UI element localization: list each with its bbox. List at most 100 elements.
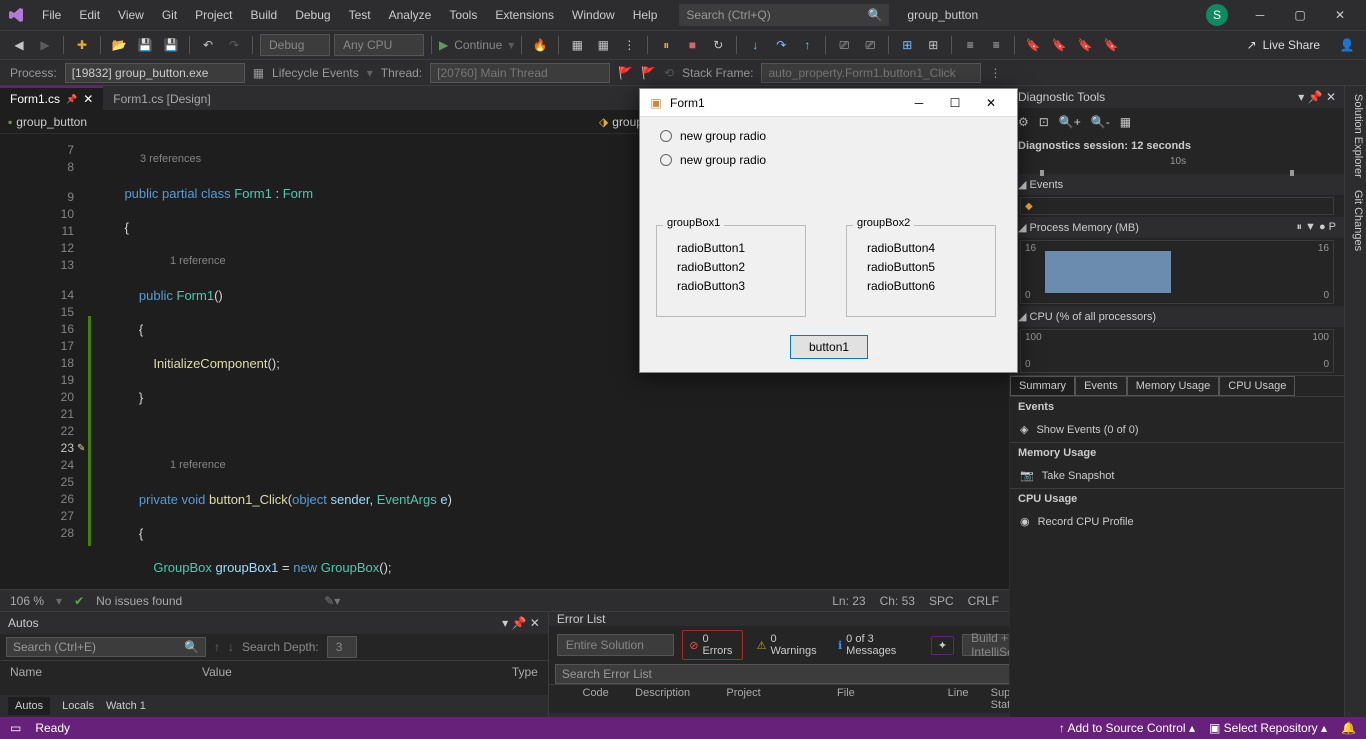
menu-test[interactable]: Test [341, 4, 379, 26]
tools-icon[interactable]: ▦ [1120, 115, 1131, 129]
intellicode-icon[interactable]: ✦ [931, 636, 954, 655]
events-section-header[interactable]: ◢ Events [1010, 174, 1344, 195]
user-avatar[interactable]: S [1206, 4, 1228, 26]
scope-combo[interactable]: Entire Solution [557, 634, 674, 656]
dots-icon[interactable]: ⋮ [618, 34, 640, 56]
close-tab-icon[interactable]: ✕ [83, 92, 93, 106]
tab-autos[interactable]: Autos [8, 697, 50, 715]
button1[interactable]: button1 [790, 335, 868, 359]
radiobutton4[interactable]: radioButton4 [859, 241, 983, 255]
take-snapshot-button[interactable]: 📷Take Snapshot [1010, 463, 1344, 488]
forward-icon[interactable]: ▶ [34, 34, 56, 56]
menu-debug[interactable]: Debug [287, 4, 338, 26]
zoom-fit-icon[interactable]: ⊡ [1039, 115, 1049, 129]
menu-extensions[interactable]: Extensions [487, 4, 562, 26]
continue-button[interactable]: ▶ Continue ▾ [439, 38, 514, 52]
record-cpu-button[interactable]: ◉Record CPU Profile [1010, 509, 1344, 534]
cpu-chart[interactable]: 100 100 0 0 [1020, 329, 1334, 373]
radiobutton2[interactable]: radioButton2 [669, 260, 793, 274]
notifications-icon[interactable]: 🔔 [1341, 721, 1356, 735]
show-events-button[interactable]: ◈Show Events (0 of 0) [1010, 417, 1344, 442]
tab-summary[interactable]: Summary [1010, 376, 1075, 396]
bookmark4-icon[interactable]: 🔖 [1100, 34, 1122, 56]
tab-cpu[interactable]: CPU Usage [1219, 376, 1295, 396]
app-maximize-button[interactable]: ☐ [937, 90, 973, 116]
step-out-icon[interactable]: ↑ [796, 34, 818, 56]
stop-icon[interactable]: ■ [681, 34, 703, 56]
maximize-button[interactable]: ▢ [1280, 1, 1320, 29]
menu-project[interactable]: Project [187, 4, 240, 26]
global-search[interactable]: Search (Ctrl+Q) 🔍 [679, 4, 889, 26]
tab-memory[interactable]: Memory Usage [1127, 376, 1220, 396]
autos-search[interactable]: Search (Ctrl+E) 🔍 [6, 637, 206, 657]
source-control-button[interactable]: ↑ Add to Source Control ▴ [1059, 721, 1195, 735]
zoom-in-icon[interactable]: 🔍+ [1059, 115, 1081, 129]
tool-icon-2[interactable]: ⎚ [859, 34, 881, 56]
toolbox-icon[interactable]: ▦ [566, 34, 588, 56]
lifecycle-icon[interactable]: ▦ [253, 66, 264, 80]
errors-filter[interactable]: ⊘0 Errors [682, 630, 742, 660]
menu-tools[interactable]: Tools [441, 4, 485, 26]
eol-indicator[interactable]: CRLF [968, 594, 999, 608]
radiobutton3[interactable]: radioButton3 [669, 279, 793, 293]
tab-form1-design[interactable]: Form1.cs [Design] [103, 88, 220, 110]
save-icon[interactable]: 💾 [134, 34, 156, 56]
app-close-button[interactable]: ✕ [973, 90, 1009, 116]
pin-icon[interactable]: 📌 [66, 94, 77, 105]
radiobutton1[interactable]: radioButton1 [669, 241, 793, 255]
undo-icon[interactable]: ↶ [197, 34, 219, 56]
no-issues-label[interactable]: No issues found [96, 594, 182, 608]
up-icon[interactable]: ↑ [214, 640, 220, 654]
minimize-button[interactable]: ─ [1240, 1, 1280, 29]
tool-icon-3[interactable]: ⊞ [896, 34, 918, 56]
warnings-filter[interactable]: ⚠0 Warnings [751, 631, 824, 659]
save-all-icon[interactable]: 💾 [160, 34, 182, 56]
lifecycle-label[interactable]: Lifecycle Events [272, 66, 359, 80]
back-icon[interactable]: ◀ [8, 34, 30, 56]
nav-project[interactable]: ▪ group_button [8, 115, 87, 129]
menu-file[interactable]: File [34, 4, 69, 26]
stackframe-combo[interactable]: auto_property.Form1.button1_Click [761, 63, 981, 83]
menu-analyze[interactable]: Analyze [381, 4, 440, 26]
config-combo[interactable]: Debug [260, 34, 330, 56]
cpu-section-header[interactable]: ◢ CPU (% of all processors) [1010, 306, 1344, 327]
tool-icon-4[interactable]: ⊞ [922, 34, 944, 56]
errorlist-search[interactable]: Search Error List 🔍 [555, 664, 1082, 684]
indent-indicator[interactable]: SPC [929, 594, 954, 608]
menu-edit[interactable]: Edit [71, 4, 108, 26]
git-changes-tab[interactable]: Git Changes [1347, 190, 1364, 251]
flag2-icon[interactable]: 🚩 [641, 66, 656, 80]
radio-new-group-1[interactable]: new group radio [660, 129, 1001, 143]
bookmark-icon[interactable]: 🔖 [1022, 34, 1044, 56]
zoom-level[interactable]: 106 % [10, 594, 44, 608]
indent-right-icon[interactable]: ≡ [985, 34, 1007, 56]
hot-reload-icon[interactable]: 🔥 [529, 34, 551, 56]
menu-git[interactable]: Git [154, 4, 185, 26]
app-minimize-button[interactable]: ─ [901, 90, 937, 116]
messages-filter[interactable]: ℹ0 of 3 Messages [832, 631, 923, 659]
tool-icon-1[interactable]: ⎚ [833, 34, 855, 56]
process-combo[interactable]: [19832] group_button.exe [65, 63, 245, 83]
depth-combo[interactable]: 3 [327, 636, 357, 658]
gear-icon[interactable]: ⚙ [1018, 115, 1029, 129]
feedback-icon[interactable]: 👤 [1336, 34, 1358, 56]
restart-icon[interactable]: ↻ [707, 34, 729, 56]
tab-watch1[interactable]: Watch 1 [106, 700, 146, 712]
platform-combo[interactable]: Any CPU [334, 34, 424, 56]
tab-events[interactable]: Events [1075, 376, 1127, 396]
new-icon[interactable]: ✚ [71, 34, 93, 56]
redo-icon[interactable]: ↷ [223, 34, 245, 56]
menu-help[interactable]: Help [625, 4, 666, 26]
app-titlebar[interactable]: ▣ Form1 ─ ☐ ✕ [640, 89, 1017, 117]
open-icon[interactable]: 📂 [108, 34, 130, 56]
repo-button[interactable]: ▣ Select Repository ▴ [1209, 721, 1327, 735]
pause-icon[interactable]: ⏸ [655, 34, 677, 56]
radiobutton6[interactable]: radioButton6 [859, 279, 983, 293]
memory-section-header[interactable]: ◢ Process Memory (MB) ⏸ ▼ ● P [1010, 217, 1344, 238]
indent-left-icon[interactable]: ≡ [959, 34, 981, 56]
tab-form1-cs[interactable]: Form1.cs 📌 ✕ [0, 86, 103, 110]
menu-window[interactable]: Window [564, 4, 623, 26]
events-track[interactable]: ◆ [1020, 197, 1334, 215]
solution-explorer-tab[interactable]: Solution Explorer [1347, 94, 1364, 178]
flag-icon[interactable]: 🚩 [618, 66, 633, 80]
